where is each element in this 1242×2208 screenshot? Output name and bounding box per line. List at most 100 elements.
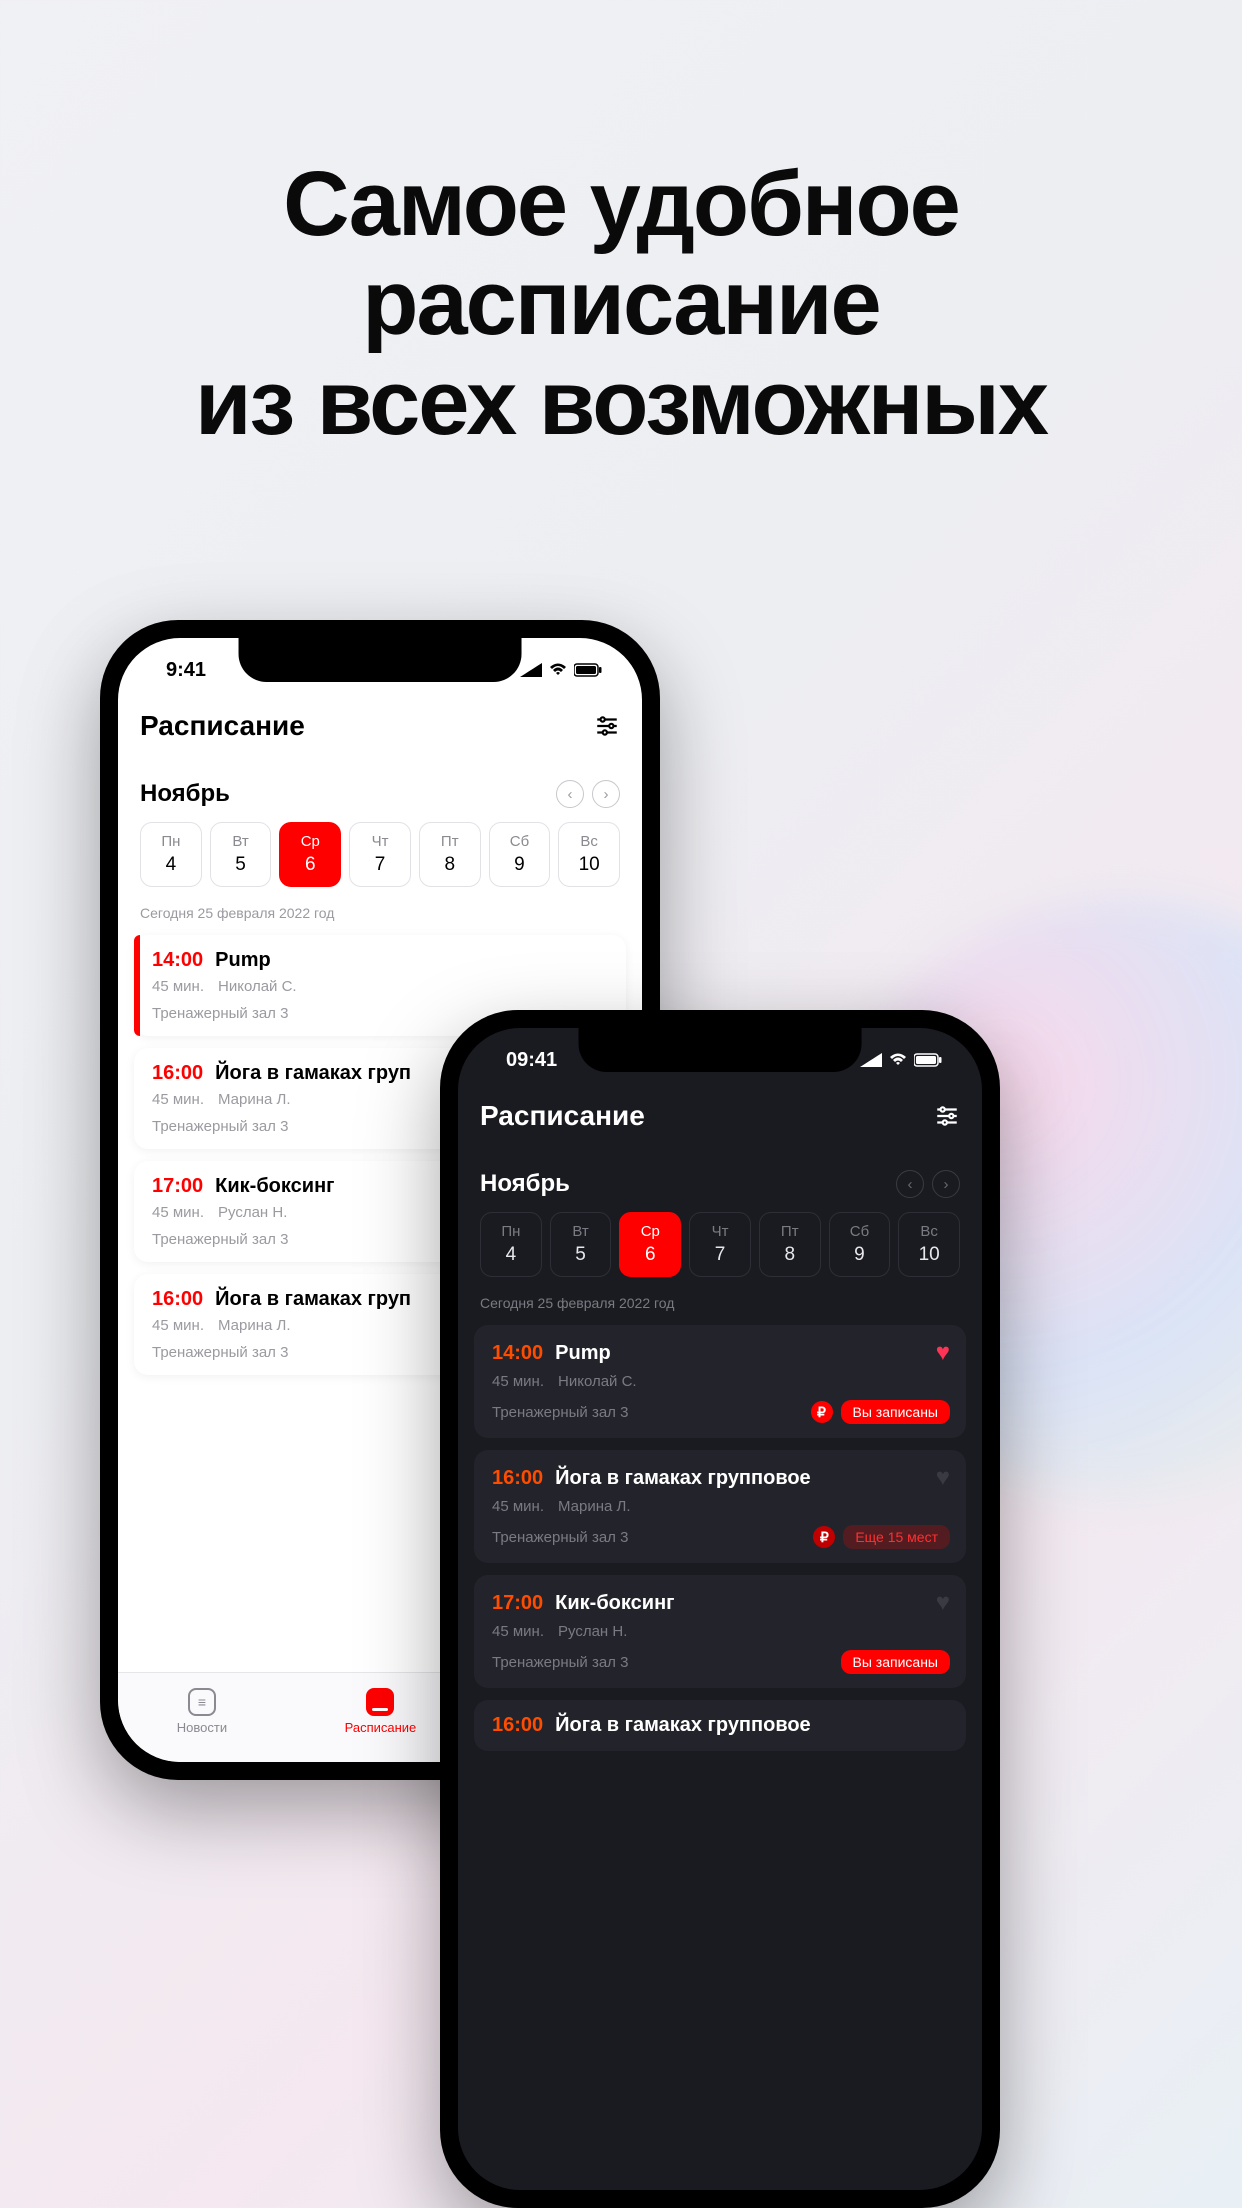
class-trainer: Николай С. bbox=[558, 1373, 637, 1390]
day-name: Вс bbox=[899, 1223, 959, 1240]
status-time: 09:41 bbox=[506, 1049, 557, 1072]
day-cell[interactable]: Сб9 bbox=[489, 822, 551, 887]
day-name: Чт bbox=[350, 833, 410, 850]
class-duration: 45 мин. bbox=[492, 1498, 544, 1515]
heart-icon[interactable]: ♥ bbox=[936, 1589, 950, 1617]
day-number: 10 bbox=[559, 854, 619, 876]
class-time: 14:00 bbox=[152, 949, 203, 972]
ruble-badge: ₽ bbox=[811, 1401, 833, 1423]
calendar-icon bbox=[366, 1688, 394, 1716]
day-name: Ср bbox=[620, 1223, 680, 1240]
filter-icon[interactable] bbox=[594, 713, 620, 739]
day-cell[interactable]: Вс10 bbox=[898, 1212, 960, 1277]
day-name: Вт bbox=[211, 833, 271, 850]
signal-icon bbox=[520, 663, 542, 677]
heart-icon[interactable]: ♥ bbox=[936, 1339, 950, 1367]
status-pill: Вы записаны bbox=[841, 1650, 950, 1674]
class-duration: 45 мин. bbox=[152, 1091, 204, 1108]
schedule-card[interactable]: 16:00 Йога в гамаках групповое ♥ 45 мин. Мар… bbox=[474, 1450, 966, 1563]
class-duration: 45 мин. bbox=[492, 1623, 544, 1640]
next-month-button[interactable]: › bbox=[592, 780, 620, 808]
class-trainer: Марина Л. bbox=[558, 1498, 631, 1515]
class-title: Pump bbox=[215, 949, 271, 972]
day-number: 7 bbox=[690, 1244, 750, 1266]
class-room: Тренажерный зал 3 bbox=[152, 1118, 288, 1135]
class-room: Тренажерный зал 3 bbox=[492, 1654, 628, 1671]
prev-month-button[interactable]: ‹ bbox=[896, 1170, 924, 1198]
day-number: 9 bbox=[830, 1244, 890, 1266]
day-name: Пт bbox=[760, 1223, 820, 1240]
status-pill: Вы записаны bbox=[841, 1400, 950, 1424]
day-cell[interactable]: Пт 8 bbox=[419, 822, 481, 887]
heart-icon[interactable]: ♥ bbox=[936, 1464, 950, 1492]
day-name: Пн bbox=[481, 1223, 541, 1240]
class-trainer: Руслан Н. bbox=[558, 1623, 627, 1640]
ruble-badge: ₽ bbox=[813, 1526, 835, 1548]
class-room: Тренажерный зал 3 bbox=[492, 1404, 628, 1421]
class-time: 16:00 bbox=[152, 1062, 203, 1085]
class-duration: 45 мин. bbox=[492, 1373, 544, 1390]
class-title: Кик-боксинг bbox=[215, 1175, 334, 1198]
class-room: Тренажерный зал 3 bbox=[152, 1344, 288, 1361]
prev-month-button[interactable]: ‹ bbox=[556, 780, 584, 808]
day-cell[interactable]: Чт 7 bbox=[349, 822, 411, 887]
class-title: Йога в гамаках груп bbox=[215, 1062, 411, 1085]
day-number: 8 bbox=[420, 854, 480, 876]
tab-news[interactable]: ≡ Новости bbox=[177, 1688, 227, 1735]
day-cell[interactable]: Пн4 bbox=[140, 822, 202, 887]
wifi-icon bbox=[888, 1053, 908, 1067]
day-number: 6 bbox=[280, 854, 340, 876]
day-number: 7 bbox=[350, 854, 410, 876]
schedule-card[interactable]: 14:00Pump♥45 мин.Николай С.Тренажерный з… bbox=[474, 1325, 966, 1438]
signal-icon bbox=[860, 1053, 882, 1067]
day-name: Вт bbox=[551, 1223, 611, 1240]
today-label: Сегодня 25 февраля 2022 год bbox=[118, 887, 642, 935]
class-room: Тренажерный зал 3 bbox=[152, 1231, 288, 1248]
day-name: Сб bbox=[490, 833, 550, 850]
schedule-card[interactable]: 16:00 Йога в гамаках групповое bbox=[474, 1700, 966, 1751]
today-label: Сегодня 25 февраля 2022 год bbox=[458, 1277, 982, 1325]
battery-icon bbox=[574, 663, 602, 677]
day-number: 8 bbox=[760, 1244, 820, 1266]
class-trainer: Руслан Н. bbox=[218, 1204, 287, 1221]
day-cell[interactable]: Ср6 bbox=[619, 1212, 681, 1277]
class-trainer: Марина Л. bbox=[218, 1317, 291, 1334]
page-title: Расписание bbox=[140, 710, 305, 742]
month-label: Ноябрь bbox=[480, 1170, 570, 1198]
day-cell[interactable]: Вс 10 bbox=[558, 822, 620, 887]
class-title: Йога в гамаках групповое bbox=[555, 1467, 811, 1490]
class-time: 17:00 bbox=[492, 1592, 543, 1615]
class-duration: 45 мин. bbox=[152, 978, 204, 995]
day-cell[interactable]: Вт 5 bbox=[550, 1212, 612, 1277]
filter-icon[interactable] bbox=[934, 1103, 960, 1129]
day-cell[interactable]: Ср6 bbox=[279, 822, 341, 887]
class-title: Йога в гамаках груп bbox=[215, 1288, 411, 1311]
day-cell[interactable]: Пн 4 bbox=[480, 1212, 542, 1277]
page-title: Расписание bbox=[480, 1100, 645, 1132]
day-number: 5 bbox=[551, 1244, 611, 1266]
class-time: 14:00 bbox=[492, 1342, 543, 1365]
month-label: Ноябрь bbox=[140, 780, 230, 808]
promo-headline: Самое удобное расписание из всех возможн… bbox=[0, 155, 1242, 453]
day-name: Вс bbox=[559, 833, 619, 850]
phone-dark-mockup: 09:41 Расписание Ноябрь ‹ › Пн 4 Вт 5 Ср6Чт7… bbox=[440, 1010, 1000, 2208]
tab-schedule[interactable]: Расписание bbox=[345, 1688, 417, 1735]
day-number: 5 bbox=[211, 854, 271, 876]
next-month-button[interactable]: › bbox=[932, 1170, 960, 1198]
class-trainer: Николай С. bbox=[218, 978, 297, 995]
status-pill: Еще 15 мест bbox=[843, 1525, 950, 1549]
class-time: 16:00 bbox=[492, 1714, 543, 1737]
day-name: Пт bbox=[420, 833, 480, 850]
class-room: Тренажерный зал 3 bbox=[492, 1529, 628, 1546]
day-cell[interactable]: Сб9 bbox=[829, 1212, 891, 1277]
class-duration: 45 мин. bbox=[152, 1204, 204, 1221]
class-time: 16:00 bbox=[492, 1467, 543, 1490]
day-cell[interactable]: Вт 5 bbox=[210, 822, 272, 887]
class-title: Йога в гамаках групповое bbox=[555, 1714, 811, 1737]
day-cell[interactable]: Чт7 bbox=[689, 1212, 751, 1277]
day-number: 4 bbox=[481, 1244, 541, 1266]
class-time: 16:00 bbox=[152, 1288, 203, 1311]
battery-icon bbox=[914, 1053, 942, 1067]
day-cell[interactable]: Пт 8 bbox=[759, 1212, 821, 1277]
schedule-card[interactable]: 17:00Кик-боксинг♥45 мин.Руслан Н.Тренаже… bbox=[474, 1575, 966, 1688]
